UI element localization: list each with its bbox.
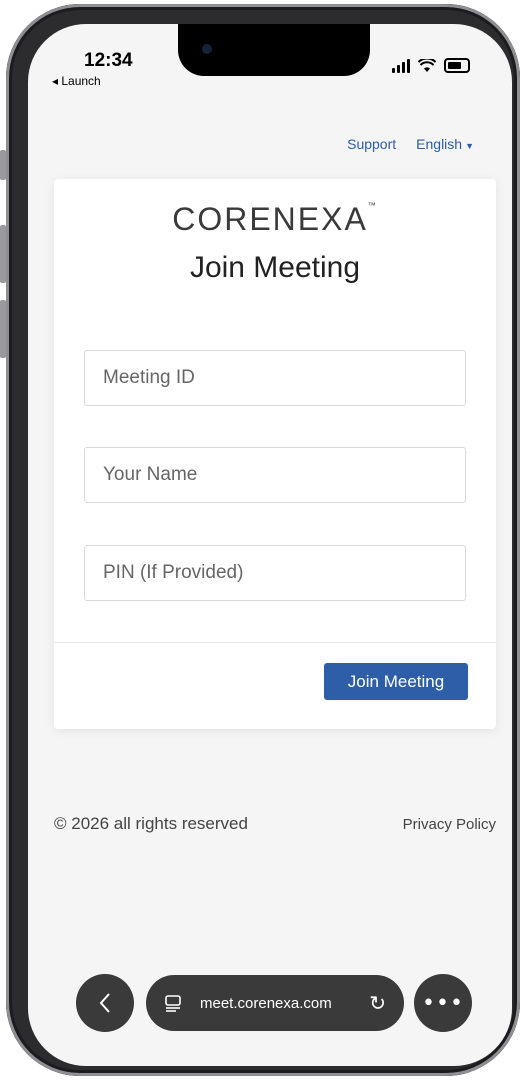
chevron-left-icon — [99, 993, 110, 1013]
name-input[interactable] — [84, 447, 466, 503]
more-options-button[interactable]: ••• — [414, 974, 472, 1032]
join-meeting-card: CORENEXA™ Join Meeting Join Meeting — [54, 179, 496, 729]
trademark-mark: ™ — [367, 201, 378, 210]
chevron-down-icon: ▼ — [465, 141, 474, 151]
privacy-policy-link[interactable]: Privacy Policy — [403, 816, 496, 833]
logo-text: CORENEXA — [172, 201, 368, 237]
phone-screen: 12:34 ◂ Launch Support English ▼ CORENEXA… — [28, 24, 512, 1066]
support-link[interactable]: Support — [347, 136, 396, 152]
battery-icon — [444, 58, 470, 73]
pin-input[interactable] — [84, 545, 466, 601]
address-bar[interactable]: meet.corenexa.com ↻ — [146, 975, 404, 1031]
browser-back-button[interactable] — [76, 974, 134, 1032]
language-label: English — [416, 136, 463, 152]
reload-icon[interactable]: ↻ — [369, 991, 386, 1016]
url-text: meet.corenexa.com — [200, 994, 332, 1012]
corenexa-logo: CORENEXA™ — [54, 201, 496, 238]
camera-icon — [202, 44, 212, 54]
back-to-app-link[interactable]: ◂ Launch — [52, 74, 101, 88]
phone-frame: 12:34 ◂ Launch Support English ▼ CORENEXA… — [6, 4, 520, 1076]
signal-icon — [392, 58, 410, 73]
notch — [178, 24, 370, 76]
browser-toolbar: meet.corenexa.com ↻ ••• — [28, 974, 512, 1034]
meeting-id-input[interactable] — [84, 350, 466, 406]
join-meeting-button[interactable]: Join Meeting — [324, 663, 468, 700]
status-time: 12:34 — [84, 50, 133, 71]
top-links: Support English ▼ — [347, 136, 474, 152]
card-divider — [54, 642, 496, 643]
tabs-icon — [165, 995, 181, 1012]
page-title: Join Meeting — [189, 251, 361, 284]
wifi-icon — [418, 58, 436, 72]
copyright-text: © 2026 all rights reserved — [54, 814, 248, 833]
ellipsis-icon: ••• — [422, 990, 464, 1016]
status-icons — [392, 58, 470, 73]
language-selector[interactable]: English ▼ — [416, 136, 474, 152]
